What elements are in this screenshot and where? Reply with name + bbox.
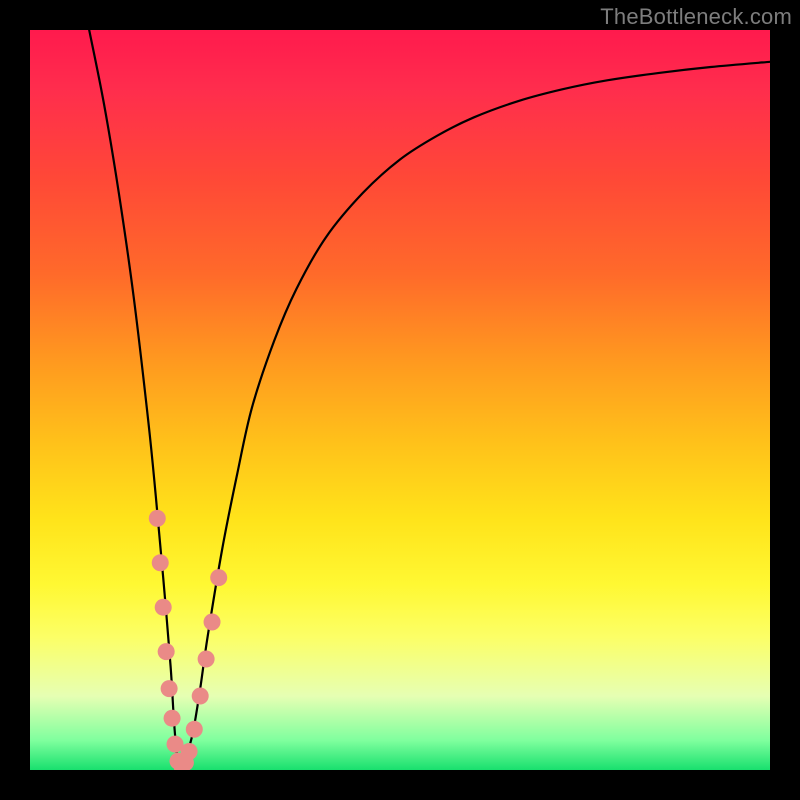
highlight-dot — [155, 599, 172, 616]
bottleneck-curve-path — [89, 30, 770, 767]
highlight-dot — [192, 688, 209, 705]
highlight-dot — [164, 710, 181, 727]
highlight-dot — [186, 721, 203, 738]
watermark-text: TheBottleneck.com — [600, 4, 792, 30]
highlight-dot — [149, 510, 166, 527]
highlight-dot — [204, 614, 221, 631]
highlight-dot — [158, 643, 175, 660]
plot-area — [30, 30, 770, 770]
highlight-dot — [181, 743, 198, 760]
chart-frame: TheBottleneck.com — [0, 0, 800, 800]
highlight-dot — [198, 651, 215, 668]
curve-layer — [30, 30, 770, 770]
highlight-dot — [161, 680, 178, 697]
highlight-dot — [152, 554, 169, 571]
highlight-dot — [210, 569, 227, 586]
